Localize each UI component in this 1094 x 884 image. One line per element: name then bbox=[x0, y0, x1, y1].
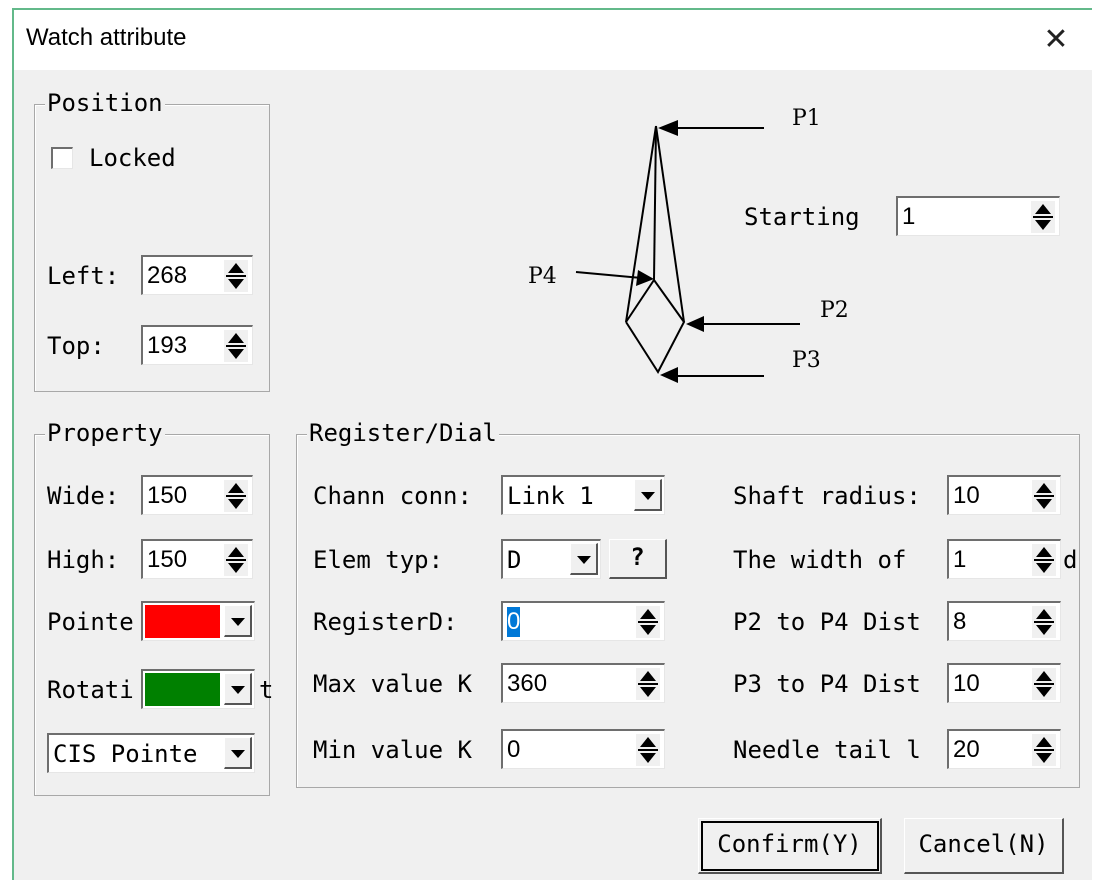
wide-value: 150 bbox=[147, 482, 188, 509]
left-label: Left: bbox=[47, 262, 120, 290]
chevron-down-icon[interactable] bbox=[224, 737, 252, 769]
chann-conn-value: Link 1 bbox=[507, 482, 594, 510]
needle-tail-value: 20 bbox=[953, 736, 980, 763]
pointer-color-swatch bbox=[145, 605, 220, 638]
property-group: Property Wide: 150 High: 150 Pointe Rota… bbox=[34, 419, 274, 796]
chevron-down-icon[interactable] bbox=[224, 673, 252, 705]
chann-conn-label: Chann conn: bbox=[313, 482, 472, 510]
register-dial-legend: Register/Dial bbox=[307, 419, 499, 447]
chevron-down-icon[interactable] bbox=[570, 543, 598, 575]
max-value-spinner[interactable] bbox=[636, 668, 660, 700]
width-label: The width of bbox=[733, 546, 907, 574]
dialog-title: Watch attribute bbox=[26, 24, 187, 51]
p2-label: P2 bbox=[820, 298, 849, 323]
rotation-color-label: Rotati bbox=[47, 676, 134, 704]
confirm-button[interactable]: Confirm(Y) bbox=[698, 818, 882, 874]
close-icon[interactable]: ✕ bbox=[1036, 20, 1076, 60]
p2-p4-dist-value: 8 bbox=[953, 608, 967, 635]
shaft-radius-value: 10 bbox=[953, 482, 980, 509]
top-input[interactable]: 193 bbox=[141, 325, 253, 365]
p1-label: P1 bbox=[792, 106, 821, 131]
elem-type-label: Elem typ: bbox=[313, 546, 444, 574]
left-spinner[interactable] bbox=[224, 260, 248, 292]
pointer-color-select[interactable] bbox=[141, 601, 255, 641]
p2-p4-dist-spinner[interactable] bbox=[1032, 606, 1056, 638]
pointer-style-select[interactable]: CIS Pointe bbox=[47, 733, 255, 773]
position-legend: Position bbox=[45, 89, 165, 117]
locked-checkbox[interactable] bbox=[51, 147, 73, 169]
p3-p4-dist-spinner[interactable] bbox=[1032, 668, 1056, 700]
min-value-input[interactable]: 0 bbox=[501, 729, 665, 769]
register-dial-group: Register/Dial Chann conn: Link 1 Elem ty… bbox=[296, 419, 1080, 788]
p3-p4-dist-input[interactable]: 10 bbox=[947, 663, 1061, 703]
watch-attribute-dialog: Watch attribute ✕ Position Locked Left: … bbox=[12, 8, 1092, 880]
needle-tail-input[interactable]: 20 bbox=[947, 729, 1061, 769]
p4-label: P4 bbox=[528, 264, 557, 289]
top-value: 193 bbox=[147, 332, 188, 359]
min-value-label: Min value K bbox=[313, 736, 472, 764]
min-value-spinner[interactable] bbox=[636, 734, 660, 766]
p3-label: P3 bbox=[792, 348, 821, 373]
wide-label: Wide: bbox=[47, 482, 120, 510]
p2-p4-dist-input[interactable]: 8 bbox=[947, 601, 1061, 641]
min-value-value: 0 bbox=[507, 736, 521, 763]
shaft-radius-spinner[interactable] bbox=[1032, 480, 1056, 512]
chevron-down-icon[interactable] bbox=[224, 605, 252, 637]
position-group: Position Locked Left: 268 Top: 193 bbox=[34, 89, 270, 392]
rotation-color-swatch bbox=[145, 673, 220, 706]
left-value: 268 bbox=[147, 262, 188, 289]
max-value-value: 360 bbox=[507, 670, 548, 697]
chevron-down-icon[interactable] bbox=[634, 479, 662, 511]
property-legend: Property bbox=[45, 419, 165, 447]
registerd-value: 0 bbox=[507, 607, 521, 637]
high-spinner[interactable] bbox=[224, 544, 248, 576]
elem-type-value: D bbox=[507, 546, 522, 574]
wide-spinner[interactable] bbox=[224, 480, 248, 512]
high-input[interactable]: 150 bbox=[141, 539, 253, 579]
starting-label: Starting bbox=[744, 203, 860, 231]
max-value-input[interactable]: 360 bbox=[501, 663, 665, 703]
cancel-button[interactable]: Cancel(N) bbox=[904, 818, 1064, 874]
rotation-color-select[interactable] bbox=[141, 669, 255, 709]
chann-conn-select[interactable]: Link 1 bbox=[501, 475, 665, 515]
high-label: High: bbox=[47, 546, 120, 574]
shaft-radius-label: Shaft radius: bbox=[733, 482, 921, 510]
help-button[interactable]: ? bbox=[609, 539, 667, 579]
p2-p4-dist-label: P2 to P4 Dist bbox=[733, 608, 921, 636]
elem-type-select[interactable]: D bbox=[501, 539, 601, 579]
left-input[interactable]: 268 bbox=[141, 255, 253, 295]
needle-tail-label: Needle tail l bbox=[733, 736, 921, 764]
title-bar: Watch attribute ✕ bbox=[14, 10, 1092, 70]
top-label: Top: bbox=[47, 332, 105, 360]
max-value-label: Max value K bbox=[313, 670, 472, 698]
registerd-label: RegisterD: bbox=[313, 608, 458, 636]
width-value: 1 bbox=[953, 546, 967, 573]
pointer-color-label: Pointe bbox=[47, 608, 134, 636]
starting-spinner[interactable] bbox=[1031, 201, 1055, 233]
starting-input[interactable]: 1 bbox=[896, 196, 1060, 236]
p3-p4-dist-value: 10 bbox=[953, 670, 980, 697]
registerd-input[interactable]: 0 bbox=[501, 601, 665, 641]
top-spinner[interactable] bbox=[224, 330, 248, 362]
high-value: 150 bbox=[147, 546, 188, 573]
wide-input[interactable]: 150 bbox=[141, 475, 253, 515]
locked-label: Locked bbox=[89, 144, 176, 172]
registerd-spinner[interactable] bbox=[636, 606, 660, 638]
p3-p4-dist-label: P3 to P4 Dist bbox=[733, 670, 921, 698]
width-input[interactable]: 1 bbox=[947, 539, 1061, 579]
width-suffix: d bbox=[1063, 546, 1078, 574]
rotation-suffix: t bbox=[259, 676, 274, 704]
pointer-style-value: CIS Pointe bbox=[53, 740, 198, 768]
needle-tail-spinner[interactable] bbox=[1032, 734, 1056, 766]
shaft-radius-input[interactable]: 10 bbox=[947, 475, 1061, 515]
width-spinner[interactable] bbox=[1032, 544, 1056, 576]
starting-value: 1 bbox=[902, 203, 916, 230]
